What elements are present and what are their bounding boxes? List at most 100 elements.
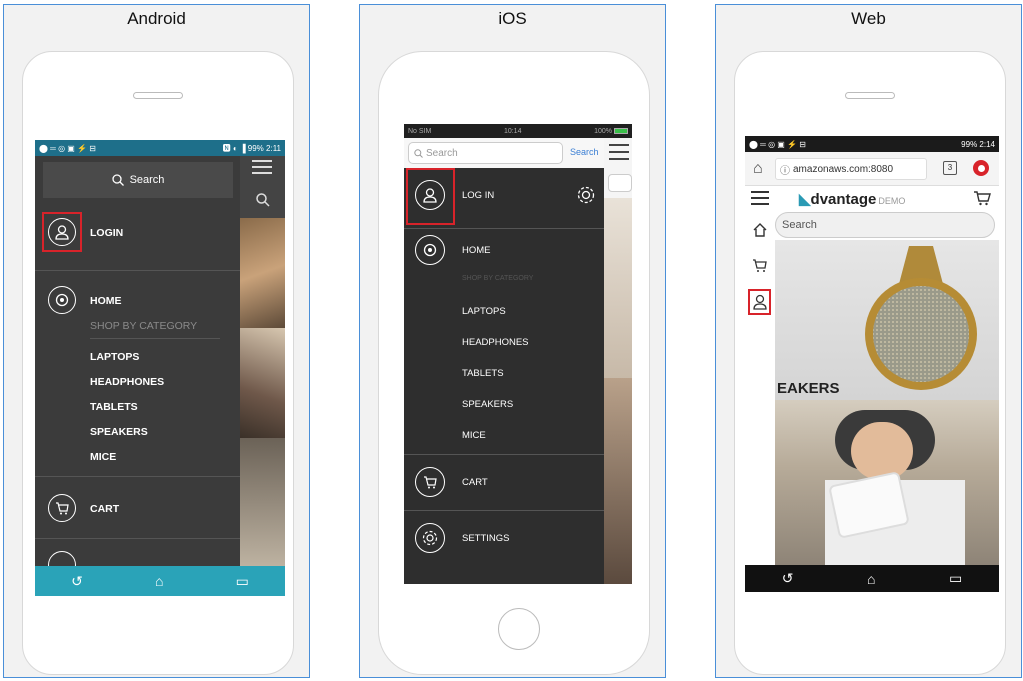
search-field-peek	[608, 174, 632, 192]
cart-icon[interactable]	[752, 258, 768, 274]
logo-text: dvantage	[810, 191, 877, 208]
drawer-search-label: Search	[129, 174, 165, 186]
person-face	[851, 422, 913, 480]
search-button[interactable]: Search	[570, 147, 599, 157]
cart-icon[interactable]	[973, 190, 991, 206]
web-panel: Web ⬤ ═ ◎ ▣ ⚡ ⊟ 99% 2:14 ⌂ ⓘ amazonaws.c…	[715, 4, 1022, 678]
web-screen: ⬤ ═ ◎ ▣ ⚡ ⊟ 99% 2:14 ⌂ ⓘ amazonaws.com:8…	[745, 136, 999, 592]
home-icon[interactable]: ⌂	[155, 573, 163, 589]
status-icons-left: ⬤ ═ ◎ ▣ ⚡ ⊟	[749, 139, 806, 149]
category-laptops[interactable]: LAPTOPS	[90, 351, 139, 363]
browser-menu-icon[interactable]	[973, 160, 989, 176]
location-icon[interactable]	[48, 286, 76, 314]
status-battery-text: 99%	[961, 139, 978, 149]
ios-nav-drawer: LOG IN HOME SHOP BY CATEGORY LAPTOPS HEA…	[404, 168, 604, 584]
status-time: 2:14	[979, 139, 995, 149]
tablets-banner[interactable]	[775, 400, 999, 565]
tab-count[interactable]: 3	[943, 161, 957, 175]
ios-panel: iOS No SIM 10:14 100% Search Search LOG …	[359, 4, 666, 678]
login-highlight-box	[748, 289, 771, 315]
android-status-bar: ⬤ ═ ◎ ▣ ⚡ ⊟ 🅽 ◐ ▐ 99% 2:11	[35, 140, 285, 156]
android-screen: ⬤ ═ ◎ ▣ ⚡ ⊟ 🅽 ◐ ▐ 99% 2:11 Search LOGIN …	[35, 140, 285, 596]
android-nav-bar: ↺ ⌂ ▭	[745, 565, 999, 592]
site-header: ◣ dvantage DEMO	[745, 186, 999, 210]
menu-item-login[interactable]: LOGIN	[90, 227, 123, 239]
panel-title-web: Web	[851, 9, 886, 28]
menu-item-login[interactable]: LOG IN	[462, 190, 494, 201]
banner-title: EAKERS	[777, 380, 840, 397]
site-logo[interactable]: ◣ dvantage DEMO	[799, 190, 905, 208]
login-highlight-box	[406, 168, 455, 225]
ios-search-row: Search Search	[404, 138, 604, 168]
cart-icon[interactable]	[48, 494, 76, 522]
home-icon[interactable]	[752, 222, 768, 238]
phone-speaker	[133, 92, 183, 99]
panel-title-android: Android	[127, 9, 186, 28]
menu-item-cart[interactable]: CART	[462, 477, 488, 488]
battery-icon	[614, 128, 628, 134]
drawer-search-box[interactable]: Search	[43, 162, 233, 198]
category-laptops[interactable]: LAPTOPS	[462, 306, 506, 317]
hamburger-icon[interactable]	[609, 144, 629, 160]
recents-icon[interactable]: ▭	[949, 570, 962, 587]
menu-item-home[interactable]: HOME	[462, 245, 491, 256]
status-icons-right: 🅽 ◐ ▐ 99%	[222, 143, 264, 153]
speaker-product-image	[863, 244, 979, 392]
category-tablets[interactable]: TABLETS	[462, 368, 504, 379]
hamburger-icon[interactable]	[751, 191, 769, 205]
cart-icon[interactable]	[415, 467, 445, 497]
back-icon[interactable]: ↺	[71, 573, 83, 590]
menu-item-home[interactable]: HOME	[90, 295, 122, 307]
status-carrier: No SIM	[408, 127, 432, 135]
side-icon-rail	[745, 210, 775, 565]
category-headphones[interactable]: HEADPHONES	[462, 337, 529, 348]
search-input[interactable]: Search	[408, 142, 563, 164]
menu-item-cart[interactable]: CART	[90, 503, 119, 515]
status-time: 10:14	[503, 127, 522, 135]
category-speakers[interactable]: SPEAKERS	[462, 399, 513, 410]
hamburger-icon[interactable]	[252, 160, 272, 174]
gear-icon[interactable]	[576, 185, 596, 205]
ios-status-bar: No SIM 10:14 100%	[404, 124, 632, 138]
location-icon[interactable]	[415, 235, 445, 265]
app-background-peek	[240, 156, 285, 566]
android-panel: Android ⬤ ═ ◎ ▣ ⚡ ⊟ 🅽 ◐ ▐ 99% 2:11 Searc…	[3, 4, 310, 678]
url-text: amazonaws.com:8080	[793, 163, 894, 175]
login-highlight-box	[42, 212, 82, 252]
status-time: 2:11	[266, 143, 281, 153]
app-background-peek	[604, 138, 632, 584]
ios-phone: No SIM 10:14 100% Search Search LOG IN H…	[378, 51, 650, 675]
speakers-banner[interactable]: EAKERS	[775, 240, 999, 400]
panel-title-ios: iOS	[498, 9, 527, 28]
settings-icon[interactable]	[415, 523, 445, 553]
home-icon[interactable]: ⌂	[753, 160, 763, 178]
back-icon[interactable]: ↺	[782, 570, 794, 587]
logo-demo: DEMO	[878, 196, 906, 206]
search-input[interactable]: Search	[775, 212, 995, 238]
logo-mark-icon: ◣	[799, 191, 811, 208]
search-icon[interactable]	[256, 193, 270, 207]
android-phone: ⬤ ═ ◎ ▣ ⚡ ⊟ 🅽 ◐ ▐ 99% 2:11 Search LOGIN …	[22, 51, 294, 675]
category-mice[interactable]: MICE	[90, 451, 116, 463]
phone-speaker	[845, 92, 895, 99]
web-phone: ⬤ ═ ◎ ▣ ⚡ ⊟ 99% 2:14 ⌂ ⓘ amazonaws.com:8…	[734, 51, 1006, 675]
search-icon	[414, 148, 423, 158]
ios-home-button[interactable]	[498, 608, 540, 650]
status-battery-text: 100%	[594, 127, 612, 135]
category-headphones[interactable]: HEADPHONES	[90, 376, 164, 388]
category-tablets[interactable]: TABLETS	[90, 401, 138, 413]
home-icon[interactable]: ⌂	[867, 571, 875, 587]
android-nav-bar: ↺ ⌂ ▭	[35, 566, 285, 596]
web-status-bar: ⬤ ═ ◎ ▣ ⚡ ⊟ 99% 2:14	[745, 136, 999, 152]
category-speakers[interactable]: SPEAKERS	[90, 426, 148, 438]
ios-screen: No SIM 10:14 100% Search Search LOG IN H…	[404, 124, 632, 584]
browser-toolbar: ⌂ ⓘ amazonaws.com:8080 3	[745, 152, 999, 186]
info-icon: ⓘ	[780, 165, 790, 177]
category-mice[interactable]: MICE	[462, 430, 486, 441]
url-bar[interactable]: ⓘ amazonaws.com:8080	[775, 158, 927, 180]
search-placeholder: Search	[782, 219, 817, 231]
recents-icon[interactable]: ▭	[236, 573, 249, 590]
shop-by-category-heading: SHOP BY CATEGORY	[90, 320, 198, 332]
menu-item-settings[interactable]: SETTINGS	[462, 533, 510, 544]
android-nav-drawer: Search LOGIN HOME SHOP BY CATEGORY LAPTO…	[35, 156, 240, 579]
